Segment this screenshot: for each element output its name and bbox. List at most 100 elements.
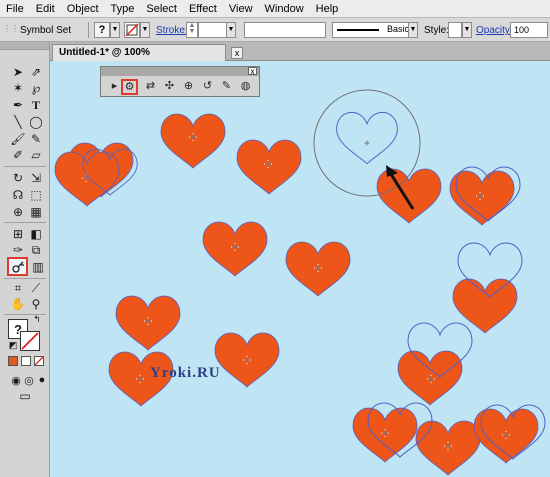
heart-symbol[interactable] <box>202 221 268 277</box>
fill-dropdown[interactable]: ▼ <box>110 22 120 38</box>
heart-symbol[interactable] <box>449 170 515 226</box>
eyedropper-tool-icon[interactable]: ✑ <box>9 242 27 258</box>
symbol-sprayer-glyph-icon <box>11 261 24 273</box>
variable-width-field[interactable] <box>244 22 326 38</box>
blend-tool-icon[interactable]: ⧉ <box>27 242 45 258</box>
symbol-spinner-icon[interactable]: ↺ <box>199 79 216 95</box>
canvas-artwork <box>54 89 546 476</box>
symbol-shifter-icon[interactable]: ⇄ <box>142 79 159 95</box>
menu-help[interactable]: Help <box>310 0 345 18</box>
artboard-tool-icon[interactable]: ⌗ <box>9 280 27 296</box>
symbol-sprayer-tool-icon[interactable] <box>7 257 28 276</box>
menu-effect[interactable]: Effect <box>183 0 223 18</box>
heart-outline <box>336 111 398 165</box>
none-slash-icon <box>35 357 43 365</box>
menu-edit[interactable]: Edit <box>30 0 61 18</box>
draw-inside-icon[interactable]: ● <box>33 372 51 388</box>
heart-symbol[interactable] <box>160 113 226 169</box>
document-close-button[interactable]: x <box>231 47 243 59</box>
heart-symbol[interactable] <box>376 168 442 224</box>
heart-symbol[interactable] <box>115 295 181 351</box>
line-tool-icon[interactable]: ╲ <box>9 114 27 130</box>
ellipse-tool-icon[interactable]: ◯ <box>27 114 45 130</box>
shape-builder-tool-icon[interactable]: ⊕ <box>9 204 27 220</box>
symbol-sizer-icon[interactable]: ⊕ <box>180 79 197 95</box>
scale-tool-icon[interactable]: ⇲ <box>27 170 45 186</box>
style-dropdown[interactable]: ▼ <box>462 22 472 38</box>
menu-view[interactable]: View <box>223 0 259 18</box>
lasso-tool-icon[interactable]: ℘ <box>27 80 45 96</box>
brush-definition-field[interactable]: Basic <box>332 22 418 38</box>
grip-icon: ⋮⋮ <box>3 24 19 33</box>
magic-wand-tool-icon[interactable]: ✶ <box>9 80 27 96</box>
separator <box>88 22 89 38</box>
symbolism-panel-titlebar[interactable]: x <box>101 67 259 76</box>
swap-colors-icon[interactable]: ↰ <box>32 314 42 324</box>
brush-dropdown[interactable]: ▼ <box>408 22 418 38</box>
pencil-tool-icon[interactable]: ✎ <box>27 131 45 147</box>
mesh-tool-icon[interactable]: ⊞ <box>9 226 27 242</box>
type-tool-icon[interactable]: T <box>27 97 45 113</box>
tools-panel: ➤ ⇗ ✶ ℘ ✒ T ╲ ◯ 🖌 ✎ ✐ ▱ ↻ ⇲ ☊ ⬚ ⊕ ▦ ⊞ ◧ … <box>0 42 50 477</box>
direct-selection-tool-icon[interactable]: ⇗ <box>27 64 45 80</box>
symbol-scruncher-icon[interactable]: ✣ <box>161 79 178 95</box>
column-graph-tool-icon[interactable]: ▥ <box>29 259 47 275</box>
stroke-swatch-button[interactable] <box>124 22 140 38</box>
symbol-screener-icon[interactable]: ◍ <box>237 79 254 95</box>
none-mode-icon[interactable] <box>34 356 44 366</box>
menu-window[interactable]: Window <box>259 0 310 18</box>
document-tab[interactable]: Untitled-1* @ 100% (CMYK/Preview) x <box>52 44 243 73</box>
default-colors-icon[interactable]: ◩ <box>8 340 18 350</box>
menu-type[interactable]: Type <box>105 0 141 18</box>
heart-symbol[interactable] <box>285 241 351 297</box>
menu-bar: File Edit Object Type Select Effect View… <box>0 0 550 18</box>
fill-help-button[interactable]: ? <box>94 22 110 38</box>
brush-profile-label: Basic <box>387 24 410 34</box>
document-tab-bar: Untitled-1* @ 100% (CMYK/Preview) x <box>50 42 550 73</box>
heart-symbol[interactable] <box>352 407 418 463</box>
menu-select[interactable]: Select <box>140 0 183 18</box>
rotate-tool-icon[interactable]: ↻ <box>9 170 27 186</box>
opacity-label[interactable]: Opacity: <box>476 25 513 36</box>
gradient-mode-icon[interactable] <box>21 356 31 366</box>
paintbrush-tool-icon[interactable]: 🖌 <box>9 131 27 147</box>
perspective-grid-tool-icon[interactable]: ▦ <box>27 204 45 220</box>
symbolism-panel-close-button[interactable]: x <box>248 67 257 76</box>
symbol-stainer-icon[interactable]: ✎ <box>218 79 235 95</box>
tools-panel-grip[interactable] <box>0 42 49 50</box>
heart-symbol[interactable] <box>214 332 280 388</box>
warp-tool-icon[interactable]: ☊ <box>9 187 27 203</box>
slice-tool-icon[interactable]: ⟋ <box>27 280 45 296</box>
color-mode-icon[interactable] <box>8 356 18 366</box>
menu-file[interactable]: File <box>0 0 30 18</box>
stroke-color-swatch[interactable] <box>20 331 40 351</box>
none-stroke-icon <box>21 332 39 350</box>
menu-object[interactable]: Object <box>61 0 105 18</box>
stroke-weight-dropdown[interactable]: ▼ <box>226 22 236 38</box>
control-title: Symbol Set <box>20 25 72 36</box>
screen-mode-icon[interactable]: ▭ <box>16 388 34 404</box>
no-stroke-icon <box>125 23 139 37</box>
blob-brush-tool-icon[interactable]: ✐ <box>9 147 27 163</box>
opacity-field[interactable]: 100 <box>510 22 548 38</box>
style-swatch[interactable] <box>448 22 462 38</box>
eraser-tool-icon[interactable]: ▱ <box>27 147 45 163</box>
free-transform-tool-icon[interactable]: ⬚ <box>27 187 45 203</box>
gradient-tool-icon[interactable]: ◧ <box>27 226 45 242</box>
pen-tool-icon[interactable]: ✒ <box>9 97 27 113</box>
tools-separator <box>4 222 46 223</box>
stroke-dropdown[interactable]: ▼ <box>140 22 150 38</box>
selection-tool-icon[interactable]: ➤ <box>9 64 27 80</box>
symbolism-tools-panel: x ▸ ⚙ ⇄ ✣ ⊕ ↺ ✎ ◍ <box>100 66 260 97</box>
symbol-sprayer-icon[interactable]: ⚙ <box>121 79 138 95</box>
artboard-canvas[interactable]: Yroki.RU <box>50 61 550 477</box>
stroke-weight-spinner[interactable]: ▲ ▼ <box>186 22 198 38</box>
heart-symbol[interactable] <box>473 408 539 464</box>
hand-tool-icon[interactable]: ✋ <box>9 296 27 312</box>
heart-symbol[interactable] <box>415 420 481 476</box>
heart-symbol[interactable] <box>236 139 302 195</box>
control-bar: ⋮⋮ Symbol Set ? ▼ ▼ Stroke: ▲ ▼ ▼ Basic ▼… <box>0 18 550 42</box>
zoom-tool-icon[interactable]: ⚲ <box>27 296 45 312</box>
stroke-label[interactable]: Stroke: <box>156 25 188 36</box>
heart-symbol[interactable] <box>397 350 463 406</box>
